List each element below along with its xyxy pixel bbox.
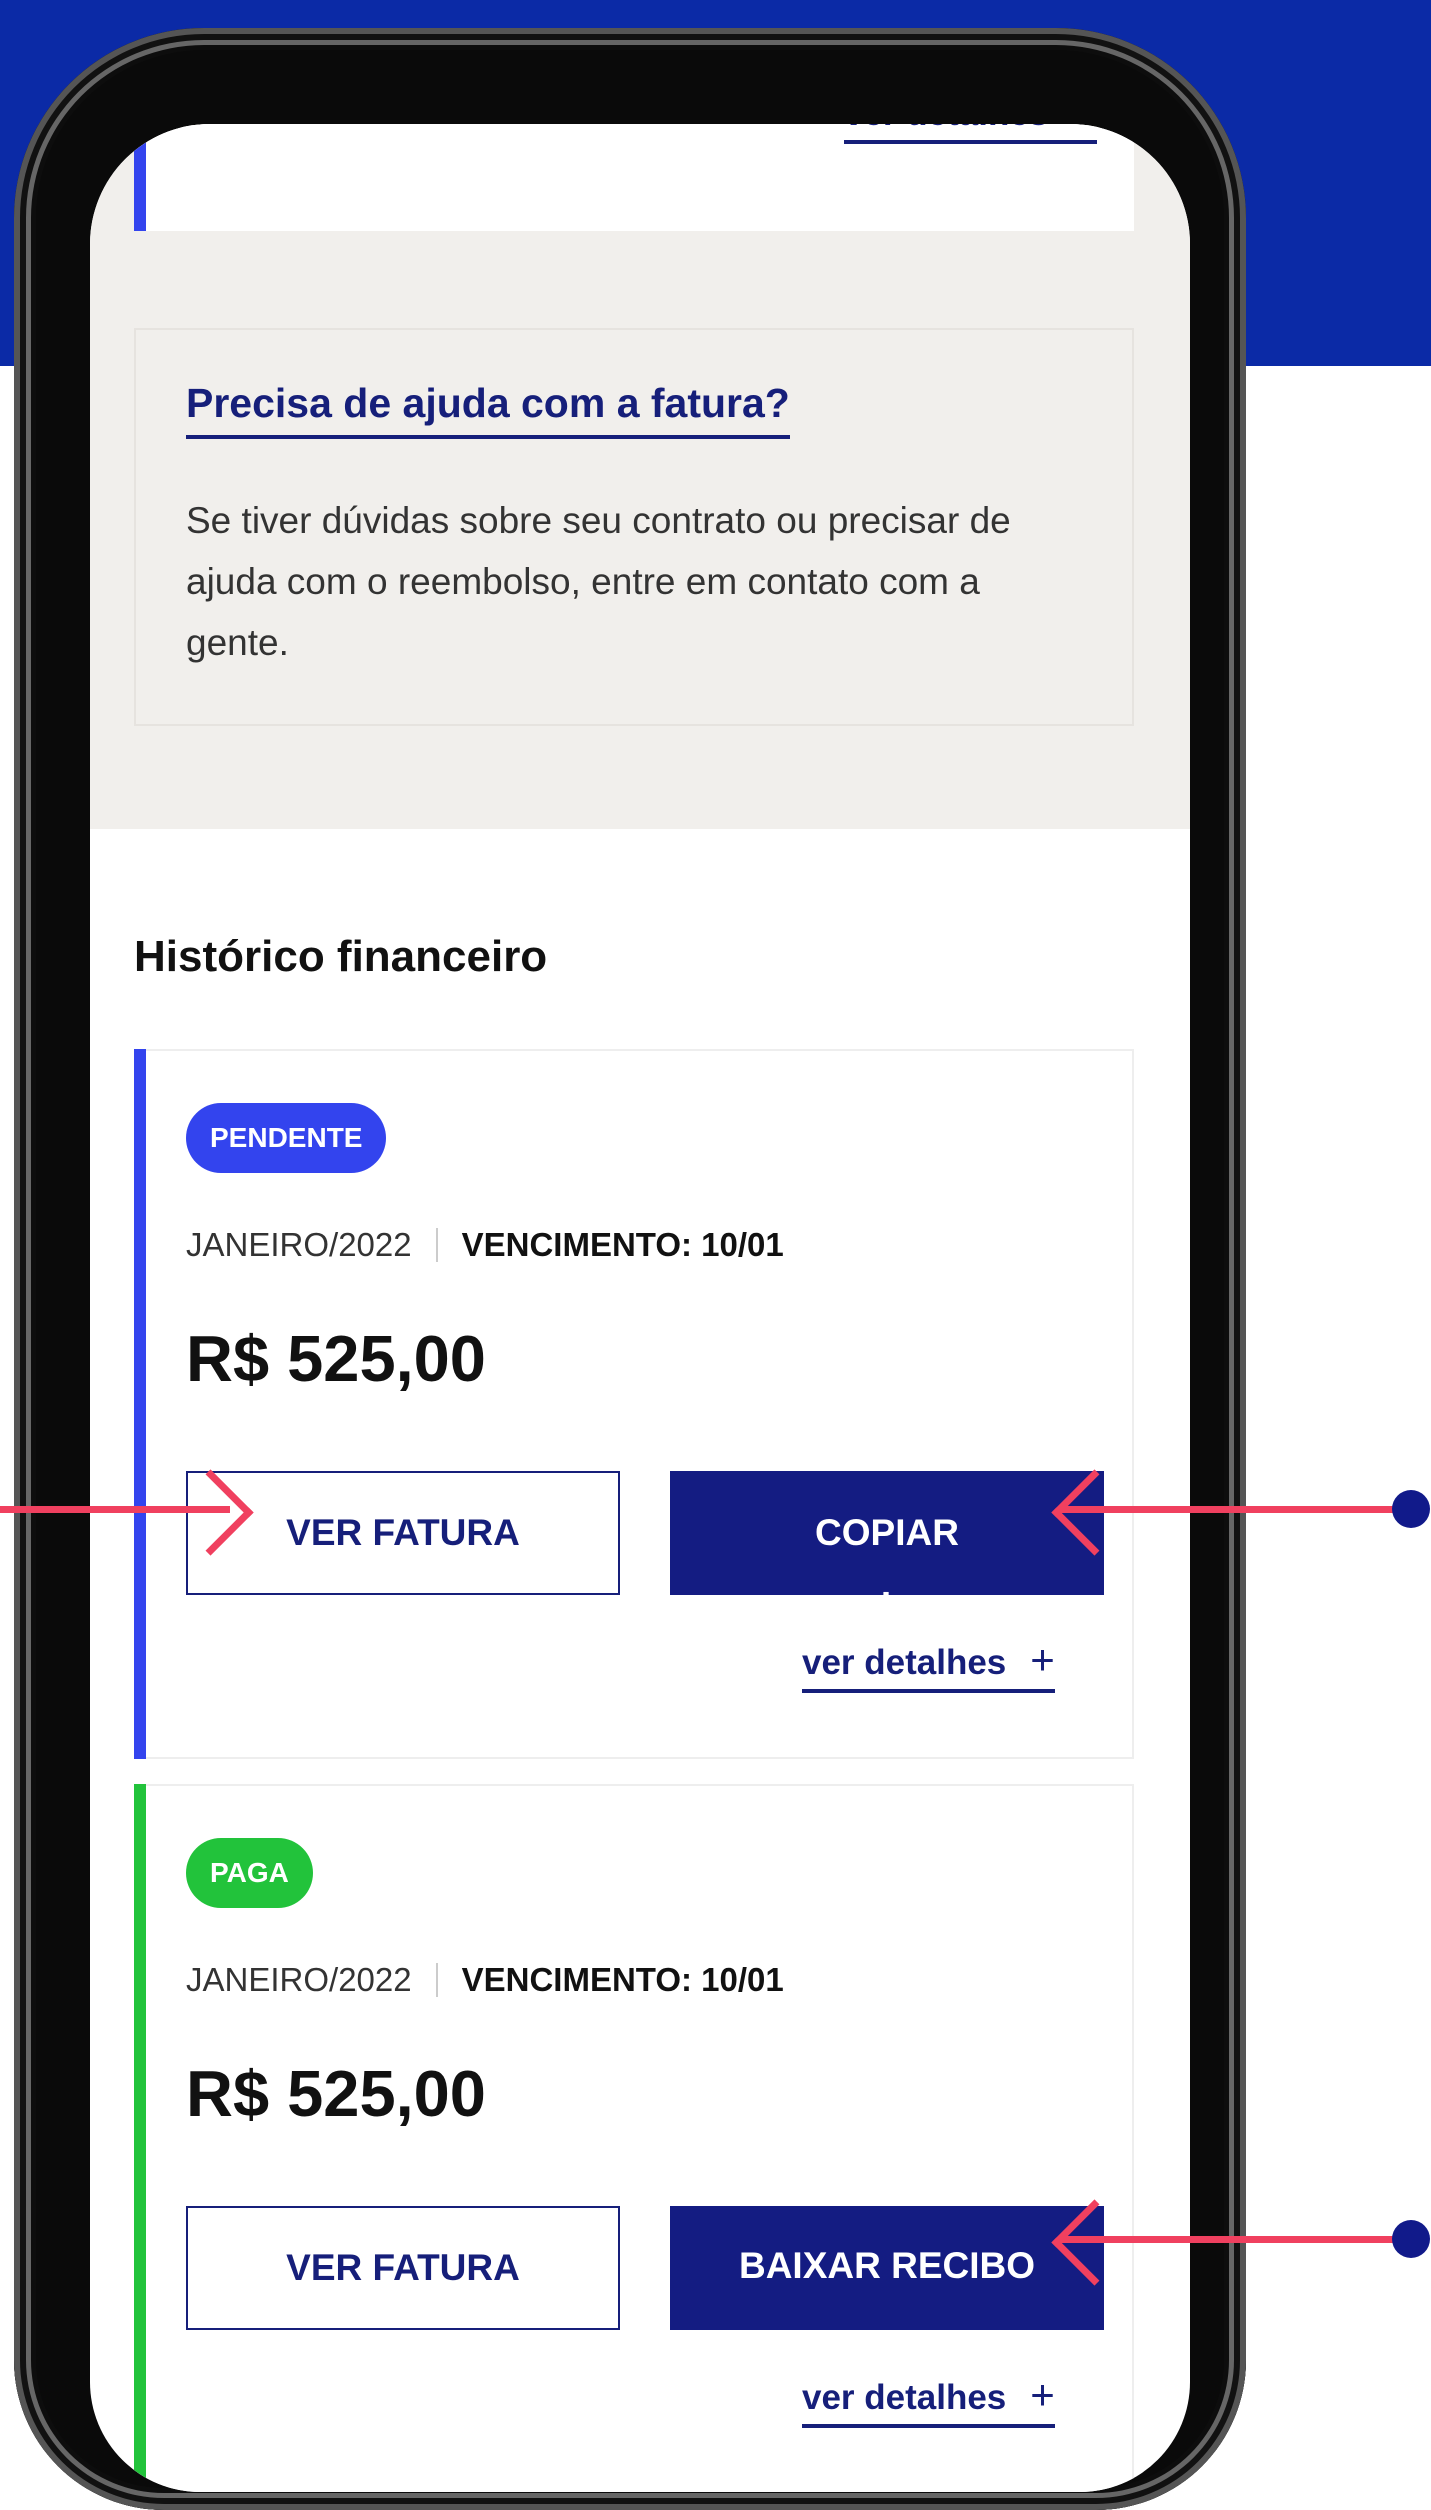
- annotation-dot: [1392, 2220, 1430, 2258]
- card-accent-bar: [134, 1784, 146, 2492]
- previous-card: ver detalhes +: [134, 124, 1134, 231]
- details-link-label: ver detalhes: [802, 1643, 1007, 1682]
- invoice-due-date: VENCIMENTO: 10/01: [461, 1226, 784, 1263]
- invoice-card: PENDENTE JANEIRO/2022 VENCIMENTO: 10/01 R…: [134, 1049, 1134, 1759]
- details-link[interactable]: ver detalhes +: [802, 2374, 1055, 2428]
- invoice-meta: JANEIRO/2022 VENCIMENTO: 10/01: [186, 1961, 784, 1999]
- invoice-card: PAGA JANEIRO/2022 VENCIMENTO: 10/01 R$ 52…: [134, 1784, 1134, 2492]
- card-accent-bar: [134, 124, 146, 231]
- invoice-due-date: VENCIMENTO: 10/01: [461, 1961, 784, 1998]
- phone-screen: ver detalhes + Precisa de ajuda com a fat…: [90, 124, 1190, 2492]
- phone-frame: ver detalhes + Precisa de ajuda com a fat…: [14, 28, 1246, 2510]
- annotation-dot: [1392, 1490, 1430, 1528]
- invoice-meta: JANEIRO/2022 VENCIMENTO: 10/01: [186, 1226, 784, 1264]
- help-body-text: Se tiver dúvidas sobre seu contrato ou p…: [186, 500, 1011, 663]
- meta-divider: [435, 1228, 438, 1262]
- copy-button[interactable]: COPIAR ·: [670, 1471, 1104, 1595]
- card-accent-bar: [134, 1049, 146, 1759]
- invoice-amount: R$ 525,00: [186, 2057, 486, 2130]
- invoice-month: JANEIRO/2022: [186, 1226, 412, 1263]
- view-invoice-button[interactable]: VER FATURA: [186, 1471, 620, 1595]
- help-box: Precisa de ajuda com a fatura? Se tiver …: [134, 328, 1134, 726]
- download-receipt-button[interactable]: BAIXAR RECIBO: [670, 2206, 1104, 2330]
- plus-icon: +: [1030, 2371, 1055, 2418]
- meta-divider: [435, 1963, 438, 1997]
- view-invoice-button[interactable]: VER FATURA: [186, 2206, 620, 2330]
- plus-icon: +: [1030, 1636, 1055, 1683]
- invoice-amount: R$ 525,00: [186, 1322, 486, 1395]
- top-section: ver detalhes + Precisa de ajuda com a fat…: [90, 124, 1190, 829]
- invoice-month: JANEIRO/2022: [186, 1961, 412, 1998]
- details-link-label: ver detalhes: [844, 124, 1048, 133]
- details-link[interactable]: ver detalhes +: [802, 1639, 1055, 1693]
- status-badge: PENDENTE: [186, 1103, 387, 1173]
- status-badge: PAGA: [186, 1838, 313, 1908]
- plus-icon: +: [1072, 124, 1097, 134]
- section-title: Histórico financeiro: [134, 932, 548, 981]
- copy-button-overflow: ·: [880, 1574, 894, 1595]
- help-title-link[interactable]: Precisa de ajuda com a fatura?: [186, 380, 790, 439]
- details-link-label: ver detalhes: [802, 2378, 1007, 2417]
- details-link[interactable]: ver detalhes +: [844, 124, 1097, 144]
